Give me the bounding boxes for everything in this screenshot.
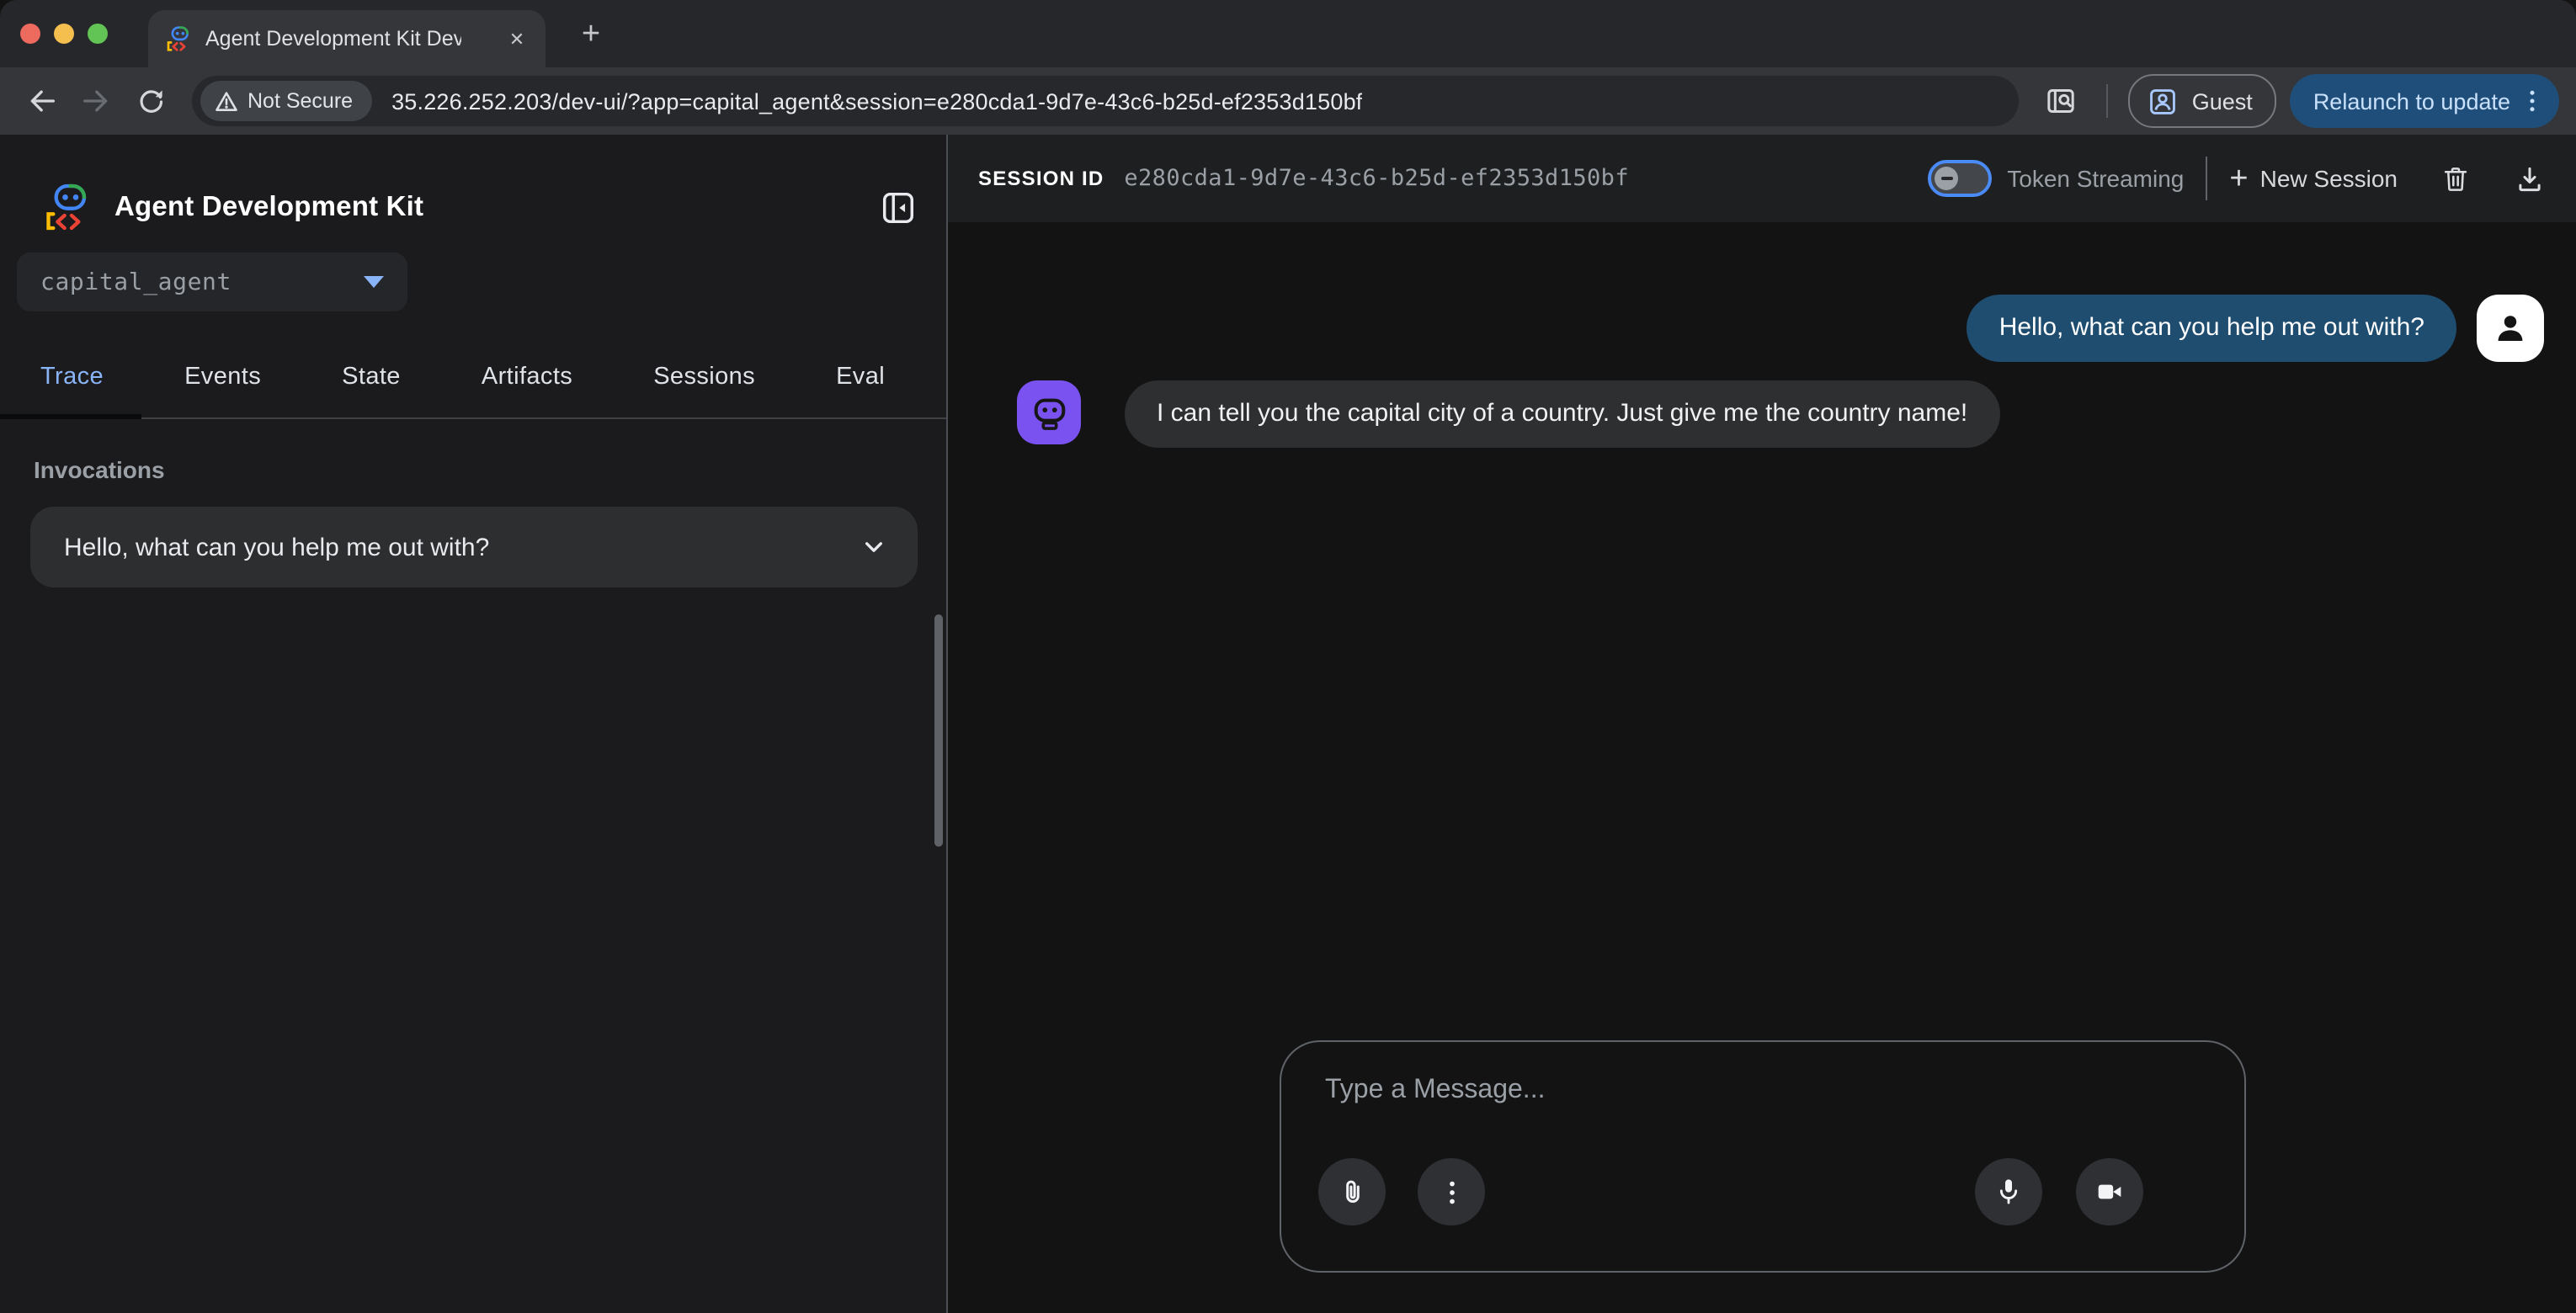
tab-sessions[interactable]: Sessions: [613, 337, 796, 417]
invocations-heading: Invocations: [34, 456, 946, 483]
adk-favicon: [165, 25, 192, 52]
chevron-down-icon[interactable]: [857, 530, 891, 564]
kebab-menu-icon: [1435, 1176, 1467, 1208]
toolbar-divider: [2106, 84, 2108, 118]
new-session-button[interactable]: + New Session: [2229, 162, 2398, 194]
active-tab-indicator: [0, 414, 141, 419]
forward-button[interactable]: [71, 76, 121, 126]
export-session-button[interactable]: [2514, 162, 2546, 194]
tab-title-fade: [458, 22, 502, 56]
reload-button[interactable]: [125, 76, 175, 126]
minimize-window-button[interactable]: [54, 24, 74, 44]
robot-icon: [1030, 393, 1068, 432]
session-id-value: e280cda1-9d7e-43c6-b25d-ef2353d150bf: [1124, 165, 1629, 192]
input-actions-left: [1318, 1158, 1485, 1225]
tab-events[interactable]: Events: [144, 337, 301, 417]
tab-trace[interactable]: Trace: [0, 337, 144, 417]
chevron-down-icon: [364, 276, 384, 288]
paperclip-icon: [1334, 1174, 1370, 1209]
toolbar-right: Guest Relaunch to update: [2036, 74, 2559, 128]
browser-tab[interactable]: Agent Development Kit Dev U ✕: [148, 10, 546, 67]
collapse-panel-button[interactable]: [877, 187, 918, 227]
token-streaming-label: Token Streaming: [2007, 165, 2184, 192]
profile-label: Guest: [2192, 88, 2253, 114]
person-icon: [2490, 308, 2531, 348]
close-window-button[interactable]: [20, 24, 40, 44]
tab-close-icon[interactable]: ✕: [502, 24, 532, 54]
back-button[interactable]: [17, 76, 67, 126]
browser-toolbar: Not Secure 35.226.252.203/dev-ui/?app=ca…: [0, 67, 2576, 135]
session-id-label: SESSION ID: [978, 167, 1104, 190]
more-options-button[interactable]: [1418, 1158, 1485, 1225]
address-bar[interactable]: Not Secure 35.226.252.203/dev-ui/?app=ca…: [192, 76, 2019, 126]
invocation-item[interactable]: Hello, what can you help me out with?: [30, 507, 918, 587]
message-row-user: Hello, what can you help me out with?: [948, 295, 2576, 362]
collapse-panel-icon: [878, 188, 917, 226]
tab-title: Agent Development Kit Dev U: [205, 27, 461, 50]
assistant-avatar: [1017, 380, 1081, 444]
agent-select[interactable]: capital_agent: [17, 252, 407, 311]
tab-state[interactable]: State: [301, 337, 441, 417]
agent-select-value: capital_agent: [40, 268, 232, 295]
browser-tab-strip: Agent Development Kit Dev U ✕ +: [0, 0, 2576, 67]
adk-logo: [42, 182, 93, 232]
invocation-text: Hello, what can you help me out with?: [64, 533, 489, 561]
trash-icon: [2440, 162, 2472, 194]
session-bar-divider: [2206, 157, 2207, 200]
browser-window: Agent Development Kit Dev U ✕ + Not Secu…: [0, 0, 2576, 1313]
relaunch-label: Relaunch to update: [2313, 88, 2510, 114]
tab-eval[interactable]: Eval: [796, 337, 925, 417]
guest-avatar-icon: [2147, 85, 2179, 117]
message-row-assistant: I can tell you the capital city of a cou…: [948, 380, 2576, 448]
video-button[interactable]: [2076, 1158, 2143, 1225]
sidebar-header: Agent Development Kit: [42, 177, 918, 237]
tab-artifacts[interactable]: Artifacts: [441, 337, 613, 417]
attach-file-button[interactable]: [1318, 1158, 1386, 1225]
download-icon: [2514, 162, 2546, 194]
sidebar: Agent Development Kit capital_agent Trac…: [0, 135, 948, 1313]
plus-icon: +: [2229, 162, 2248, 194]
assistant-message-bubble: I can tell you the capital city of a cou…: [1125, 380, 1999, 448]
video-camera-icon: [2093, 1175, 2126, 1209]
token-streaming-toggle[interactable]: [1928, 160, 1992, 197]
user-avatar: [2477, 295, 2544, 362]
adk-app: Agent Development Kit capital_agent Trac…: [0, 135, 2576, 1313]
relaunch-button[interactable]: Relaunch to update: [2290, 74, 2559, 128]
security-chip[interactable]: Not Secure: [200, 81, 371, 121]
new-tab-button[interactable]: +: [569, 13, 613, 57]
delete-session-button[interactable]: [2440, 162, 2472, 194]
toggle-thumb: [1935, 167, 1958, 190]
sidebar-tabs: Trace Events State Artifacts Sessions Ev…: [0, 337, 946, 419]
message-input[interactable]: [1325, 1076, 2204, 1146]
input-actions-right: [1975, 1158, 2143, 1225]
microphone-icon: [1992, 1175, 2025, 1209]
kebab-menu-icon[interactable]: [2517, 86, 2547, 116]
session-bar: SESSION ID e280cda1-9d7e-43c6-b25d-ef235…: [948, 135, 2576, 222]
profile-button[interactable]: Guest: [2128, 74, 2276, 128]
session-bar-actions: Token Streaming + New Session: [1928, 157, 2546, 200]
chat-panel: SESSION ID e280cda1-9d7e-43c6-b25d-ef235…: [948, 135, 2576, 1313]
search-tabs-icon[interactable]: [2036, 76, 2086, 126]
security-label: Not Secure: [247, 89, 353, 113]
window-controls: [0, 24, 108, 44]
microphone-button[interactable]: [1975, 1158, 2042, 1225]
app-title: Agent Development Kit: [114, 191, 423, 223]
user-message-bubble: Hello, what can you help me out with?: [1967, 295, 2456, 362]
message-input-container: [1280, 1040, 2246, 1273]
url-text: 35.226.252.203/dev-ui/?app=capital_agent…: [391, 88, 1362, 114]
new-session-label: New Session: [2260, 165, 2398, 192]
zoom-window-button[interactable]: [88, 24, 108, 44]
sidebar-scrollbar-thumb[interactable]: [934, 614, 943, 847]
warning-icon: [216, 90, 237, 112]
